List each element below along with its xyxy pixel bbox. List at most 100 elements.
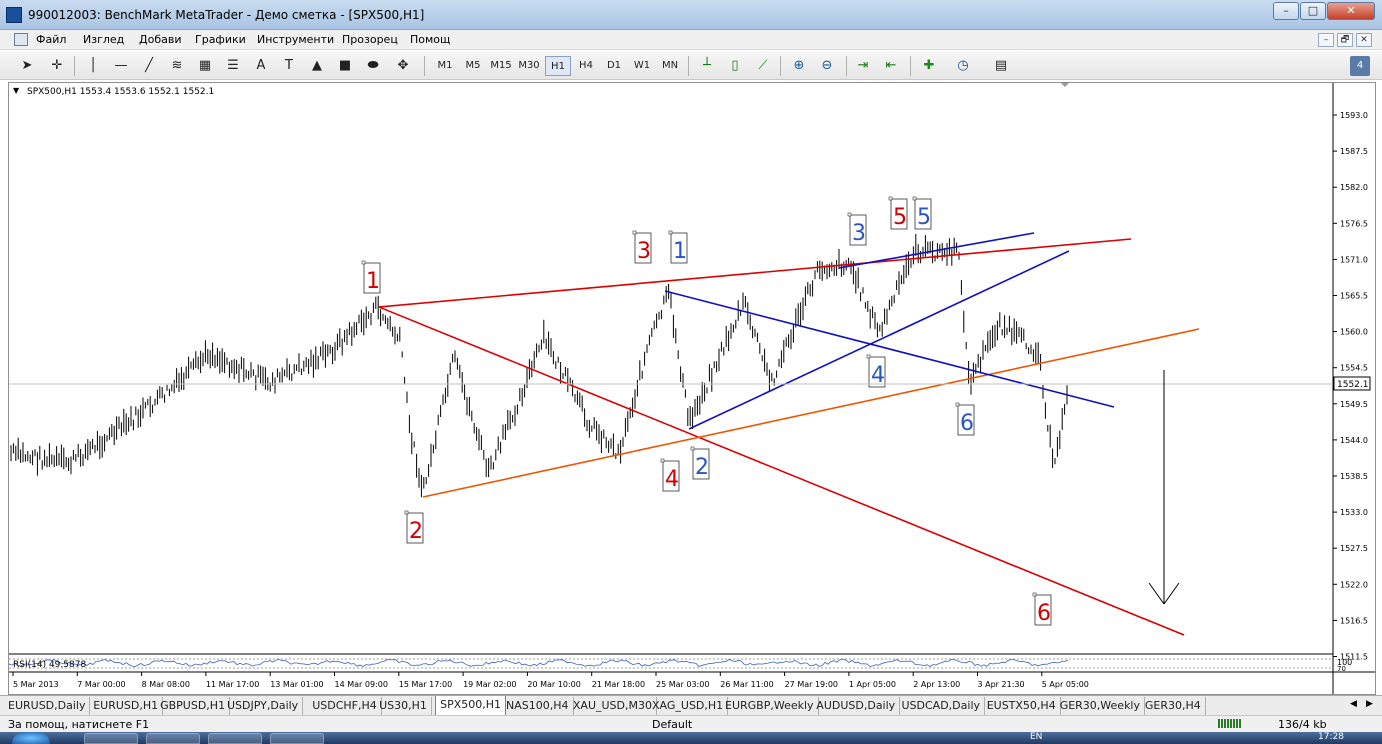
vertical-line-icon[interactable]: │ [82,56,104,76]
wave-label-anchor [888,196,893,201]
menu-view[interactable]: Изглед [83,33,124,46]
taskbar-ie-icon[interactable] [146,733,200,744]
price-tick-label: 1593.0 [1340,111,1368,120]
timeframe-d1-button[interactable]: D1 [601,56,627,76]
time-tick-label: 11 Mar 17:00 [206,680,259,689]
menu-file[interactable]: Файл [36,33,66,46]
menu-charts[interactable]: Графики [195,33,246,46]
tab-scroll-left-icon[interactable]: ◀ [1350,699,1357,709]
wave-label-red-4: 4 [665,467,679,492]
rsi-indicator [9,658,1333,669]
candlestick-icon[interactable]: ▯ [724,56,746,76]
trendline-icon[interactable]: ╱ [138,56,160,76]
zoom-in-icon[interactable]: ⊕ [788,56,810,76]
time-tick-label: 26 Mar 11:00 [720,680,773,689]
menu-help[interactable]: Помощ [410,33,450,46]
timeframe-m5-button[interactable]: M5 [460,56,486,76]
menu-tools[interactable]: Инструменти [257,33,334,46]
toolbar: ➤ ✛ │ — ╱ ≋ ▦ ☰ A T ▲ ■ ⬬ ✥ M1 M5 M15 M3… [0,51,1382,80]
time-tick-label: 27 Mar 19:00 [785,680,838,689]
channel-icon[interactable]: ≋ [166,56,188,76]
zoom-out-icon[interactable]: ⊖ [816,56,838,76]
timeframe-mn-button[interactable]: MN [657,56,683,76]
time-tick-label: 14 Mar 09:00 [335,680,388,689]
time-tick-label: 5 Apr 05:00 [1042,680,1089,689]
menu-window[interactable]: Прозорец [342,33,398,46]
line-chart-icon[interactable]: ⟋ [752,56,774,76]
chart-tab[interactable]: EURUSD,H1 [89,697,164,715]
chart-tab[interactable]: GBPUSD,H1 [156,697,231,715]
chart-tab[interactable]: EUSTX50,H4 [983,697,1061,715]
fibonacci-icon[interactable]: ☰ [222,56,244,76]
chart-tab[interactable]: USDCAD,Daily [898,697,986,715]
chart-tab[interactable]: GER30,Weekly [1056,697,1146,715]
bar-chart-icon[interactable]: ┴ [696,56,718,76]
chart-tab[interactable]: SPX500,H1 [435,696,507,716]
cursor-icon[interactable]: ➤ [16,56,38,76]
chart-tab[interactable]: AUDUSD,Daily [812,697,901,715]
chart-header-arrow[interactable]: ▼ [13,86,20,95]
tab-scroll-right-icon[interactable]: ▶ [1366,699,1373,709]
timeframe-m15-button[interactable]: M15 [488,56,514,76]
start-orb-icon[interactable] [12,732,50,744]
timeframe-h1-button[interactable]: H1 [545,56,571,76]
windows-taskbar: EN 17:28 [0,732,1382,744]
chart-header: SPX500,H1 1553.4 1553.6 1552.1 1552.1 [27,87,214,97]
chart-tab[interactable]: USDJPY,Daily [223,697,304,715]
timeframe-m1-button[interactable]: M1 [432,56,458,76]
timeframe-h4-button[interactable]: H4 [573,56,599,76]
chart-tab[interactable]: GER30,H4 [1141,697,1206,715]
notification-badge[interactable]: 4 [1350,56,1370,76]
crosshair-icon[interactable]: ✛ [46,56,68,76]
chart-tab[interactable]: US30,H1 [375,697,432,715]
mdi-close-button[interactable]: ✕ [1356,33,1372,47]
menu-insert[interactable]: Добави [139,33,181,46]
indicators-icon[interactable]: ✚ [918,56,940,76]
chart-tab[interactable]: XAU_USD,M30 [569,697,657,715]
text-label-icon[interactable]: T [278,56,300,76]
gann-icon[interactable]: ▦ [194,56,216,76]
text-icon[interactable]: A [250,56,272,76]
chart-shift-icon[interactable]: ⇤ [880,56,902,76]
taskbar-metatrader-icon[interactable] [270,733,324,744]
wave-label-red-1: 1 [366,269,380,294]
price-tick-label: 1527.5 [1340,544,1368,553]
wave-label-anchor [955,402,960,407]
periods-clock-icon[interactable]: ◷ [952,56,974,76]
chart-tab[interactable]: EURGBP,Weekly [721,697,819,715]
price-tick-label: 1576.5 [1340,219,1368,228]
rsi-label: RSI(14) 49.5878 [13,660,86,670]
horizontal-line-icon[interactable]: — [110,56,132,76]
chart-window-icon[interactable] [14,33,28,46]
red-upper-trendline[interactable] [378,238,1132,308]
down-arrow-annotation[interactable] [1148,370,1180,605]
triangle-icon[interactable]: ▲ [306,56,328,76]
chart-tab[interactable]: EURUSD,Daily [4,697,91,715]
taskbar-language[interactable]: EN [1030,732,1042,743]
chart-tab[interactable]: XAG_USD,H1 [648,697,729,715]
close-button[interactable]: ✕ [1327,2,1375,20]
chart-tab[interactable]: USDCHF,H4 [308,697,382,715]
ellipse-icon[interactable]: ⬬ [362,56,384,76]
timeframe-m30-button[interactable]: M30 [516,56,542,76]
time-tick-label: 5 Mar 2013 [13,680,59,689]
taskbar-clock[interactable]: 17:28 [1318,732,1344,743]
chart-area[interactable]: 1593.0 1587.5 1582.0 1576.5 1571.0 1565.5 1560… [8,82,1376,695]
time-axis: 5 Mar 2013 7 Mar 00:00 8 Mar 08:00 11 Mar 1… [12,672,1089,689]
templates-icon[interactable]: ▤ [990,56,1012,76]
taskbar-app-icon[interactable] [208,733,262,744]
shift-marker-icon[interactable] [1061,83,1069,87]
chart-tab[interactable]: NAS100,H4 [502,697,574,715]
mdi-minimize-button[interactable]: – [1318,33,1334,47]
mdi-restore-button[interactable]: 🗗 [1337,33,1353,47]
orange-support-trendline[interactable] [422,328,1200,498]
price-chart[interactable]: 1593.0 1587.5 1582.0 1576.5 1571.0 1565.5 1560… [9,83,1375,694]
maximize-button[interactable]: □ [1300,2,1326,20]
autoscroll-icon[interactable]: ⇥ [852,56,874,76]
minimize-button[interactable]: – [1273,2,1299,20]
taskbar-chrome-icon[interactable] [84,733,138,744]
status-help-text: За помощ, натиснете F1 [8,718,150,731]
rectangle-icon[interactable]: ■ [334,56,356,76]
timeframe-w1-button[interactable]: W1 [629,56,655,76]
arrows-dropdown-icon[interactable]: ✥ [392,56,414,76]
